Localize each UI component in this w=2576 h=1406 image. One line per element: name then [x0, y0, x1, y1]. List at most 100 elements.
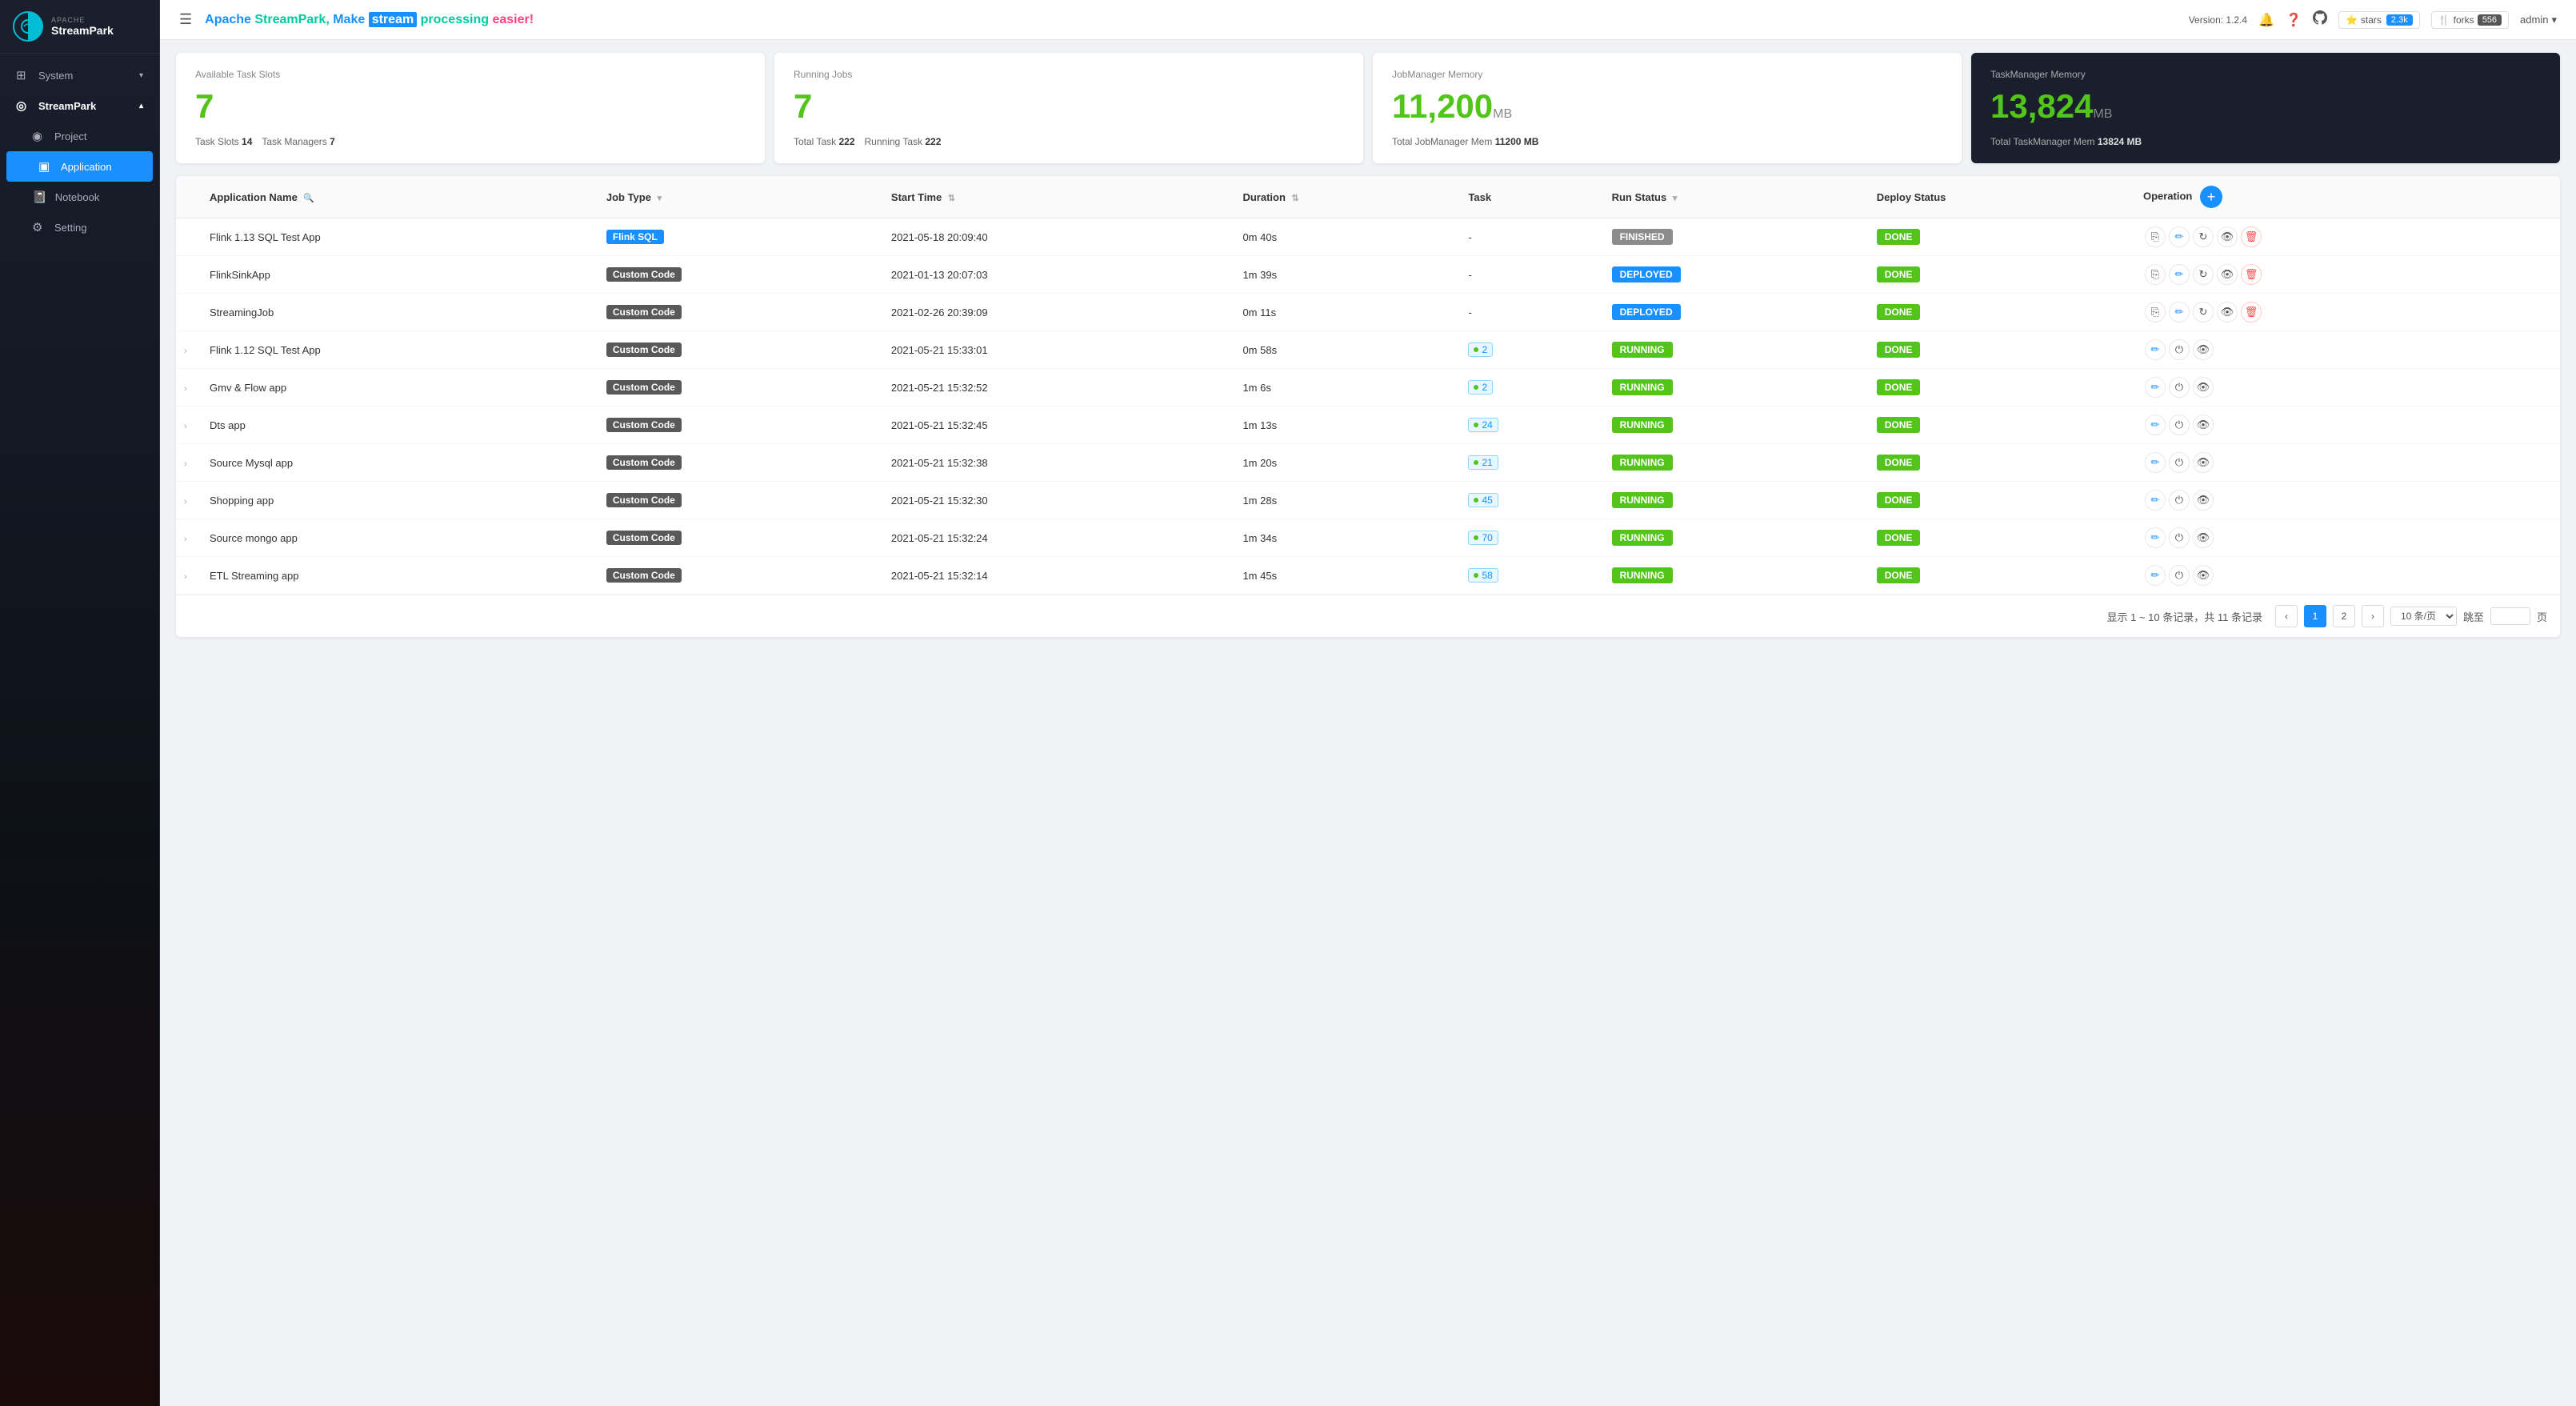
expand-button[interactable]: ›	[184, 535, 187, 544]
title-stream: stream	[369, 12, 417, 27]
power-button[interactable]: ⏻	[2169, 339, 2190, 360]
page-1-button[interactable]: 1	[2304, 605, 2326, 627]
table-row: StreamingJobCustom Code2021-02-26 20:39:…	[176, 294, 2560, 331]
view-button[interactable]: 👁	[2217, 302, 2238, 322]
power-button[interactable]: ⏻	[2169, 452, 2190, 473]
app-name: Source Mysql app	[202, 444, 598, 482]
table-header-row: Application Name 🔍 Job Type ▾ Start Time…	[176, 176, 2560, 218]
add-application-button[interactable]: +	[2200, 186, 2222, 208]
view-button[interactable]: 👁	[2217, 264, 2238, 285]
task-badge: 2	[1468, 380, 1493, 395]
power-button[interactable]: ⏻	[2169, 415, 2190, 435]
sidebar: APACHE StreamPark ⊞ System ▾ ◎ StreamPar…	[0, 0, 160, 1406]
power-button[interactable]: ⏻	[2169, 527, 2190, 548]
delete-button[interactable]: 🗑	[2241, 302, 2262, 322]
edit-button[interactable]: ✏	[2145, 527, 2166, 548]
edit-button[interactable]: ✏	[2145, 565, 2166, 586]
edit-button[interactable]: ✏	[2169, 226, 2190, 247]
app-name: Dts app	[202, 407, 598, 444]
start-time: 2021-05-18 20:09:40	[883, 218, 1235, 256]
logo-text: APACHE StreamPark	[51, 16, 114, 37]
edit-button[interactable]: ✏	[2145, 339, 2166, 360]
tm-mem-detail: Total TaskManager Mem 13824 MB	[1990, 136, 2142, 147]
task-badge: 70	[1468, 531, 1498, 545]
task-badge: 45	[1468, 493, 1498, 507]
view-button[interactable]: 👁	[2193, 565, 2214, 586]
copy-button[interactable]: ⎘	[2145, 226, 2166, 247]
goto-input[interactable]	[2490, 607, 2530, 625]
operations-cell: ✏⏻👁	[2135, 407, 2560, 444]
prev-page-button[interactable]: ‹	[2275, 605, 2298, 627]
duration: 1m 28s	[1234, 482, 1460, 519]
notification-icon[interactable]: 🔔	[2258, 12, 2274, 28]
task-dot-icon	[1474, 498, 1478, 503]
delete-button[interactable]: 🗑	[2241, 226, 2262, 247]
tm-value: 13,824	[1990, 87, 2093, 125]
page-size-select[interactable]: 10 条/页 20 条/页 50 条/页	[2390, 607, 2457, 626]
edit-button[interactable]: ✏	[2169, 264, 2190, 285]
stat-running-jobs: Running Jobs 7 Total Task 222 Running Ta…	[774, 53, 1363, 163]
sort-icon[interactable]: ⇅	[948, 194, 955, 203]
power-button[interactable]: ⏻	[2169, 377, 2190, 398]
edit-button[interactable]: ✏	[2145, 490, 2166, 511]
expand-button[interactable]: ›	[184, 346, 187, 356]
filter-icon[interactable]: ▾	[1673, 194, 1678, 203]
search-icon[interactable]: 🔍	[303, 194, 314, 203]
jm-unit: MB	[1493, 107, 1512, 121]
question-icon[interactable]: ❓	[2286, 12, 2302, 28]
expand-button[interactable]: ›	[184, 572, 187, 582]
expand-button[interactable]: ›	[184, 384, 187, 394]
stars-button[interactable]: ⭐ stars 2.3k	[2338, 11, 2420, 29]
operations-cell: ✏⏻👁	[2135, 444, 2560, 482]
expand-button[interactable]: ›	[184, 459, 187, 469]
sidebar-item-streampark[interactable]: ◎ StreamPark ▴	[0, 90, 159, 121]
sort-icon[interactable]: ⇅	[1292, 194, 1299, 203]
forks-button[interactable]: 🍴 forks 556	[2431, 11, 2509, 29]
view-button[interactable]: 👁	[2193, 339, 2214, 360]
expand-button[interactable]: ›	[184, 497, 187, 507]
stats-row: Available Task Slots 7 Task Slots 14 Tas…	[176, 53, 2560, 163]
sidebar-item-notebook[interactable]: 📓 Notebook	[0, 182, 159, 212]
refresh-button[interactable]: ↻	[2193, 226, 2214, 247]
sidebar-item-project[interactable]: ◉ Project	[0, 121, 159, 151]
view-button[interactable]: 👁	[2193, 527, 2214, 548]
sidebar-item-application[interactable]: ▣ Application	[6, 151, 153, 182]
power-button[interactable]: ⏻	[2169, 565, 2190, 586]
view-button[interactable]: 👁	[2193, 377, 2214, 398]
view-button[interactable]: 👁	[2193, 452, 2214, 473]
copy-button[interactable]: ⎘	[2145, 264, 2166, 285]
view-button[interactable]: 👁	[2193, 415, 2214, 435]
table-row: ›Flink 1.12 SQL Test AppCustom Code2021-…	[176, 331, 2560, 369]
chevron-down-icon: ▾	[139, 71, 143, 80]
next-page-button[interactable]: ›	[2362, 605, 2384, 627]
edit-button[interactable]: ✏	[2145, 415, 2166, 435]
stat-label: TaskManager Memory	[1990, 69, 2541, 80]
menu-icon[interactable]: ☰	[179, 11, 192, 28]
refresh-button[interactable]: ↻	[2193, 264, 2214, 285]
view-button[interactable]: 👁	[2217, 226, 2238, 247]
edit-button[interactable]: ✏	[2145, 377, 2166, 398]
filter-icon[interactable]: ▾	[658, 194, 662, 203]
copy-button[interactable]: ⎘	[2145, 302, 2166, 322]
edit-button[interactable]: ✏	[2145, 452, 2166, 473]
task-value: -	[1460, 218, 1603, 256]
app-name: StreamingJob	[202, 294, 598, 331]
page-2-button[interactable]: 2	[2333, 605, 2355, 627]
start-time: 2021-01-13 20:07:03	[883, 256, 1235, 294]
expand-button[interactable]: ›	[184, 422, 187, 431]
edit-button[interactable]: ✏	[2169, 302, 2190, 322]
power-button[interactable]: ⏻	[2169, 490, 2190, 511]
logo-name-label: StreamPark	[51, 24, 114, 37]
title-make: Make	[330, 13, 369, 26]
github-icon[interactable]	[2313, 10, 2327, 29]
view-button[interactable]: 👁	[2193, 490, 2214, 511]
run-status-badge: RUNNING	[1612, 455, 1673, 471]
app-name: Gmv & Flow app	[202, 369, 598, 407]
title-streampark: StreamPark,	[251, 13, 330, 26]
admin-menu[interactable]: admin ▾	[2520, 14, 2557, 26]
sidebar-item-setting[interactable]: ⚙ Setting	[0, 212, 159, 242]
refresh-button[interactable]: ↻	[2193, 302, 2214, 322]
sidebar-item-system[interactable]: ⊞ System ▾	[0, 60, 159, 90]
app-name: Flink 1.12 SQL Test App	[202, 331, 598, 369]
delete-button[interactable]: 🗑	[2241, 264, 2262, 285]
